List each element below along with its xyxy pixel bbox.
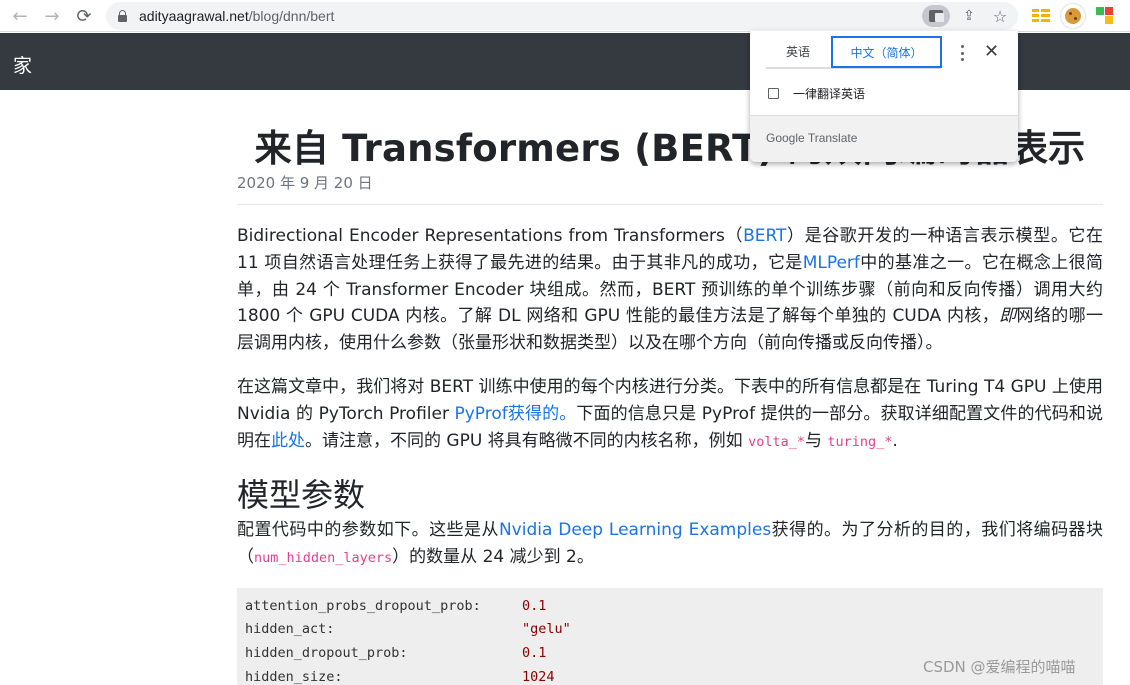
office-extension-icon	[1096, 7, 1114, 25]
inline-code-num-hidden-layers: num_hidden_layers	[254, 549, 393, 566]
tab-underline	[766, 68, 941, 69]
inline-code-volta: volta_*	[748, 433, 805, 450]
intro-paragraph: Bidirectional Encoder Representations fr…	[237, 223, 1103, 357]
forward-button[interactable]: →	[40, 4, 64, 28]
reload-button[interactable]: ⟳	[72, 4, 96, 28]
config-row: attention_probs_dropout_prob: 0.1	[245, 598, 546, 614]
watermark: CSDN @爱编程的喵喵	[923, 658, 1076, 676]
home-link[interactable]: 家	[13, 51, 32, 78]
config-row: hidden_act: "gelu"	[245, 621, 571, 637]
more-options-button[interactable]	[953, 43, 971, 63]
section-heading-model-params: 模型参数	[237, 476, 366, 514]
arrow-right-icon: →	[44, 5, 60, 27]
text: Bidirectional Encoder Representations fr…	[237, 226, 744, 246]
translate-page-button[interactable]	[922, 5, 950, 27]
more-vert-icon	[960, 45, 964, 48]
config-key: attention_probs_dropout_prob:	[245, 598, 481, 614]
share-button[interactable]: ⇪	[957, 5, 981, 27]
translate-popup: 英语 中文（简体） ✕ 一律翻译英语 Google Translate	[750, 31, 1018, 162]
config-value: 1024	[522, 669, 555, 685]
url-host: adityaagrawal.net	[139, 8, 249, 24]
always-translate-option[interactable]: 一律翻译英语	[768, 85, 865, 102]
config-key: hidden_size:	[245, 669, 343, 685]
config-row: hidden_size: 1024	[245, 669, 555, 685]
params-paragraph: 配置代码中的参数如下。这些是从Nvidia Deep Learning Exam…	[237, 517, 1103, 572]
url-text[interactable]: adityaagrawal.net/blog/dnn/bert	[139, 8, 334, 24]
back-button[interactable]: ←	[8, 4, 32, 28]
bert-link[interactable]: BERT	[743, 226, 786, 246]
share-icon: ⇪	[963, 8, 975, 24]
tab-source-language[interactable]: 英语	[766, 36, 830, 68]
text: ）的数量从 24 减少到 2。	[392, 546, 594, 567]
close-popup-button[interactable]: ✕	[984, 41, 999, 62]
config-value: "gelu"	[522, 621, 571, 637]
extension-cookie-button[interactable]	[1061, 4, 1085, 28]
lock-icon[interactable]	[118, 10, 127, 22]
cookie-icon	[1065, 8, 1081, 24]
pyprof-link[interactable]: PyProf获得的。	[454, 404, 576, 424]
url-path: /blog/dnn/bert	[248, 8, 335, 24]
browser-toolbar: ← → ⟳ adityaagrawal.net/blog/dnn/bert ⇪ …	[0, 0, 1130, 32]
always-translate-checkbox[interactable]	[768, 88, 779, 99]
classification-paragraph: 在这篇文章中，我们将对 BERT 训练中使用的每个内核进行分类。下表中的所有信息…	[237, 374, 1103, 455]
text: 配置代码中的参数如下。这些是从	[237, 520, 499, 540]
config-value: 0.1	[522, 645, 547, 661]
grid-extension-icon	[1032, 9, 1050, 23]
tab-target-language[interactable]: 中文（简体）	[831, 36, 942, 68]
translate-icon	[929, 10, 944, 22]
config-key: hidden_dropout_prob:	[245, 645, 408, 661]
config-key: hidden_act:	[245, 621, 335, 637]
arrow-left-icon: ←	[12, 5, 28, 27]
popup-footer: Google Translate	[750, 115, 1018, 162]
always-translate-label: 一律翻译英语	[793, 87, 866, 101]
text: .	[892, 430, 898, 451]
emphasis: 即	[999, 306, 1017, 327]
mlperf-link[interactable]: MLPerf	[803, 253, 860, 273]
examples-link[interactable]: Nvidia Deep Learning Examples	[499, 520, 771, 540]
address-bar[interactable]: adityaagrawal.net/blog/dnn/bert ⇪ ☆	[106, 2, 1018, 30]
star-icon: ☆	[992, 6, 1008, 26]
bookmark-button[interactable]: ☆	[988, 5, 1012, 27]
extension-grid-button[interactable]	[1029, 4, 1053, 28]
divider	[237, 204, 1103, 205]
google-translate-logo: Google Translate	[766, 131, 858, 145]
reload-icon: ⟳	[76, 5, 92, 27]
config-value: 0.1	[522, 598, 547, 614]
post-date: 2020 年 9 月 20 日	[237, 174, 373, 192]
here-link[interactable]: 此处	[271, 431, 305, 451]
text: 与	[804, 430, 828, 451]
extension-office-button[interactable]	[1093, 4, 1117, 28]
config-row: hidden_dropout_prob: 0.1	[245, 645, 546, 661]
text: 。请注意，不同的 GPU 将具有略微不同的内核名称，例如	[305, 430, 749, 451]
inline-code-turing: turing_*	[827, 433, 893, 450]
